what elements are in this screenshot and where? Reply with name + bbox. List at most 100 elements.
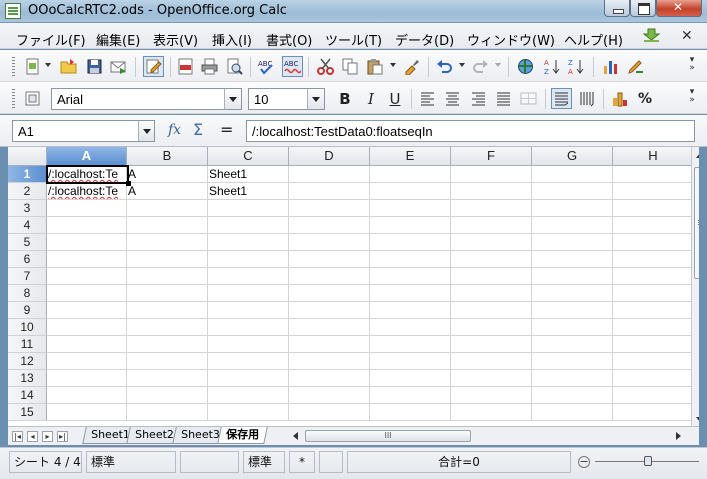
cell-f9[interactable] (451, 302, 532, 319)
cell-c5[interactable] (208, 234, 289, 251)
sort-descending-icon[interactable]: ZA (568, 58, 585, 75)
cell-a5[interactable] (47, 234, 127, 251)
cell-a8[interactable] (47, 285, 127, 302)
row-header-1[interactable]: 1 (8, 166, 47, 183)
paste-icon[interactable] (366, 58, 383, 75)
cell-d3[interactable] (289, 200, 370, 217)
menu-insert[interactable]: 挿入(I) (212, 30, 252, 49)
cell-a12[interactable] (47, 353, 127, 370)
row-header-7[interactable]: 7 (8, 268, 47, 285)
toolbar-grip[interactable] (12, 57, 15, 76)
cell-c14[interactable] (208, 387, 289, 404)
copy-icon[interactable] (342, 58, 359, 75)
format-paintbrush-icon[interactable] (403, 58, 420, 75)
cell-b4[interactable] (127, 217, 208, 234)
column-header-c[interactable]: C (208, 147, 289, 166)
cell-g1[interactable] (532, 166, 613, 183)
cell-a10[interactable] (47, 319, 127, 336)
cell-e2[interactable] (370, 183, 451, 200)
text-direction-ttb-icon[interactable] (578, 90, 595, 107)
scroll-down-icon[interactable] (696, 417, 699, 422)
cell-a9[interactable] (47, 302, 127, 319)
italic-button[interactable]: I (362, 90, 380, 108)
cell-f2[interactable] (451, 183, 532, 200)
cell-b2[interactable]: A (127, 183, 208, 200)
cell-g5[interactable] (532, 234, 613, 251)
percent-format-button[interactable]: % (636, 90, 654, 108)
row-header-8[interactable]: 8 (8, 285, 47, 302)
cell-f10[interactable] (451, 319, 532, 336)
cell-e15[interactable] (370, 404, 451, 421)
cell-g6[interactable] (532, 251, 613, 268)
cell-c8[interactable] (208, 285, 289, 302)
sheet-tab-hozonyou[interactable]: 保存用 (217, 427, 268, 444)
row-header-12[interactable]: 12 (8, 353, 47, 370)
column-header-d[interactable]: D (289, 147, 370, 166)
cell-d8[interactable] (289, 285, 370, 302)
cell-g3[interactable] (532, 200, 613, 217)
prev-sheet-icon[interactable]: ◂ (27, 431, 38, 442)
cell-a4[interactable] (47, 217, 127, 234)
cell-f14[interactable] (451, 387, 532, 404)
menu-view[interactable]: 表示(V) (153, 30, 198, 49)
undo-icon[interactable] (436, 58, 453, 75)
cell-f11[interactable] (451, 336, 532, 353)
cell-b11[interactable] (127, 336, 208, 353)
cell-c11[interactable] (208, 336, 289, 353)
menu-file[interactable]: ファイル(F) (16, 30, 86, 49)
cell-d4[interactable] (289, 217, 370, 234)
bold-button[interactable]: B (336, 90, 354, 108)
cell-d14[interactable] (289, 387, 370, 404)
save-icon[interactable] (86, 58, 103, 75)
email-icon[interactable] (110, 58, 127, 75)
close-document-icon[interactable]: ✕ (681, 28, 693, 44)
cell-g8[interactable] (532, 285, 613, 302)
cell-d5[interactable] (289, 234, 370, 251)
underline-button[interactable]: U (386, 90, 404, 108)
cut-icon[interactable] (317, 58, 334, 75)
zoom-indicator[interactable] (180, 451, 239, 473)
row-header-9[interactable]: 9 (8, 302, 47, 319)
cell-g4[interactable] (532, 217, 613, 234)
spreadsheet-grid[interactable]: ABCDEFGH 1 2 3 4 5 6 7 8 9 10 11 12 13 14 15 /:localho… (8, 147, 699, 426)
cell-g12[interactable] (532, 353, 613, 370)
new-dropdown-icon[interactable] (45, 63, 51, 67)
merge-cells-icon[interactable] (520, 90, 537, 107)
print-preview-icon[interactable] (226, 58, 243, 75)
vertical-scroll-thumb[interactable] (694, 167, 699, 279)
cell-g11[interactable] (532, 336, 613, 353)
font-size-dropdown-icon[interactable] (307, 89, 324, 109)
cell-b8[interactable] (127, 285, 208, 302)
font-name-combobox[interactable]: Arial (51, 88, 242, 110)
text-direction-ltr-icon[interactable] (551, 88, 572, 109)
cell-c4[interactable] (208, 217, 289, 234)
print-icon[interactable] (201, 58, 218, 75)
scroll-right-icon[interactable] (676, 432, 681, 440)
update-download-icon[interactable] (642, 28, 661, 43)
justify-icon[interactable] (495, 90, 512, 107)
cell-d9[interactable] (289, 302, 370, 319)
name-box-dropdown-icon[interactable] (138, 121, 154, 141)
redo-dropdown-icon[interactable] (495, 63, 501, 67)
row-header-6[interactable]: 6 (8, 251, 47, 268)
close-window-button[interactable] (656, 0, 702, 17)
cell-f1[interactable] (451, 166, 532, 183)
cell-e10[interactable] (370, 319, 451, 336)
cell-c1[interactable]: Sheet1 (208, 166, 289, 183)
cell-c9[interactable] (208, 302, 289, 319)
menu-tools[interactable]: ツール(T) (325, 30, 382, 49)
cell-b3[interactable] (127, 200, 208, 217)
draw-functions-icon[interactable] (627, 58, 644, 75)
cell-e6[interactable] (370, 251, 451, 268)
new-document-icon[interactable] (24, 58, 41, 75)
cell-a14[interactable] (47, 387, 127, 404)
font-name-dropdown-icon[interactable] (224, 89, 241, 109)
cell-g13[interactable] (532, 370, 613, 387)
undo-dropdown-icon[interactable] (459, 63, 465, 67)
sum-button[interactable]: Σ (193, 120, 203, 139)
cell-h13[interactable] (613, 370, 694, 387)
horizontal-scrollbar[interactable]: III (293, 429, 685, 443)
cell-c12[interactable] (208, 353, 289, 370)
row-header-3[interactable]: 3 (8, 200, 47, 217)
cell-h7[interactable] (613, 268, 694, 285)
